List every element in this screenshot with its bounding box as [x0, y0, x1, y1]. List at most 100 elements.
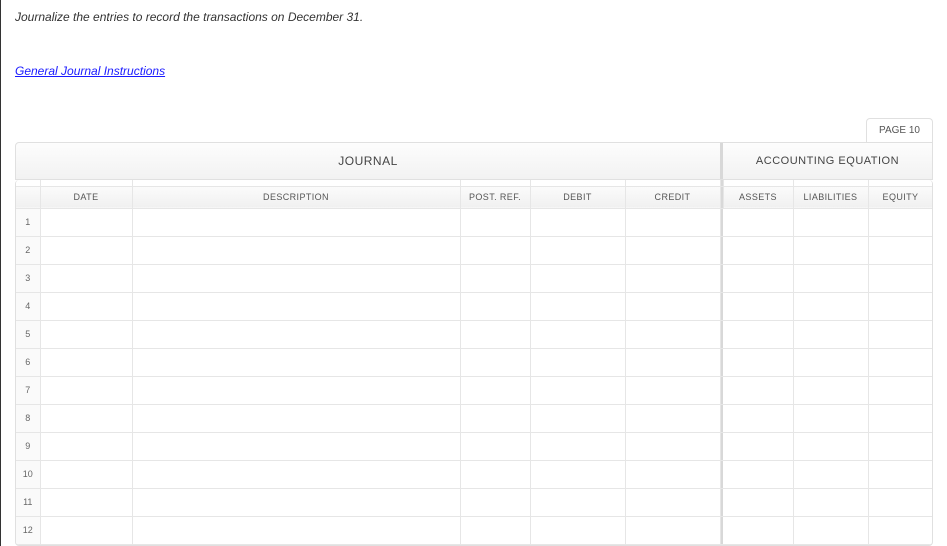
assets-input[interactable]: [723, 461, 793, 488]
liabilities-input[interactable]: [794, 321, 868, 348]
equity-input[interactable]: [869, 237, 933, 264]
liabilities-input[interactable]: [794, 237, 868, 264]
assets-input[interactable]: [723, 517, 793, 544]
date-input[interactable]: [41, 349, 132, 376]
post_ref-input[interactable]: [461, 293, 530, 320]
description-input[interactable]: [133, 377, 460, 404]
debit-input[interactable]: [531, 265, 625, 292]
post_ref-input[interactable]: [461, 209, 530, 236]
description-input[interactable]: [133, 293, 460, 320]
credit-input[interactable]: [626, 489, 720, 516]
post_ref-input[interactable]: [461, 433, 530, 460]
assets-input[interactable]: [723, 265, 793, 292]
date-input[interactable]: [41, 265, 132, 292]
liabilities-input[interactable]: [794, 433, 868, 460]
description-input[interactable]: [133, 321, 460, 348]
debit-input[interactable]: [531, 349, 625, 376]
cell-credit: [625, 264, 720, 292]
credit-input[interactable]: [626, 349, 720, 376]
post_ref-input[interactable]: [461, 517, 530, 544]
debit-input[interactable]: [531, 517, 625, 544]
description-input[interactable]: [133, 433, 460, 460]
description-input[interactable]: [133, 517, 460, 544]
debit-input[interactable]: [531, 405, 625, 432]
assets-input[interactable]: [723, 433, 793, 460]
credit-input[interactable]: [626, 377, 720, 404]
credit-input[interactable]: [626, 293, 720, 320]
date-input[interactable]: [41, 461, 132, 488]
assets-input[interactable]: [723, 489, 793, 516]
description-input[interactable]: [133, 461, 460, 488]
date-input[interactable]: [41, 517, 132, 544]
general-journal-instructions-link[interactable]: General Journal Instructions: [15, 64, 165, 78]
liabilities-input[interactable]: [794, 265, 868, 292]
equity-input[interactable]: [869, 461, 933, 488]
credit-input[interactable]: [626, 209, 720, 236]
equity-input[interactable]: [869, 489, 933, 516]
post_ref-input[interactable]: [461, 237, 530, 264]
date-input[interactable]: [41, 293, 132, 320]
credit-input[interactable]: [626, 265, 720, 292]
post_ref-input[interactable]: [461, 349, 530, 376]
post_ref-input[interactable]: [461, 489, 530, 516]
equity-input[interactable]: [869, 265, 933, 292]
debit-input[interactable]: [531, 377, 625, 404]
date-input[interactable]: [41, 209, 132, 236]
equity-input[interactable]: [869, 321, 933, 348]
cell-equity: [868, 264, 933, 292]
equity-input[interactable]: [869, 433, 933, 460]
debit-input[interactable]: [531, 321, 625, 348]
date-input[interactable]: [41, 433, 132, 460]
description-input[interactable]: [133, 237, 460, 264]
description-input[interactable]: [133, 349, 460, 376]
equity-input[interactable]: [869, 293, 933, 320]
debit-input[interactable]: [531, 489, 625, 516]
liabilities-input[interactable]: [794, 489, 868, 516]
post_ref-input[interactable]: [461, 461, 530, 488]
description-input[interactable]: [133, 265, 460, 292]
equity-input[interactable]: [869, 349, 933, 376]
credit-input[interactable]: [626, 517, 720, 544]
assets-input[interactable]: [723, 321, 793, 348]
assets-input[interactable]: [723, 377, 793, 404]
date-input[interactable]: [41, 377, 132, 404]
liabilities-input[interactable]: [794, 209, 868, 236]
equity-input[interactable]: [869, 377, 933, 404]
credit-input[interactable]: [626, 321, 720, 348]
assets-input[interactable]: [723, 237, 793, 264]
liabilities-input[interactable]: [794, 349, 868, 376]
liabilities-input[interactable]: [794, 405, 868, 432]
description-input[interactable]: [133, 489, 460, 516]
equity-input[interactable]: [869, 517, 933, 544]
assets-input[interactable]: [723, 405, 793, 432]
cell-assets: [723, 264, 793, 292]
assets-input[interactable]: [723, 209, 793, 236]
date-input[interactable]: [41, 489, 132, 516]
credit-input[interactable]: [626, 237, 720, 264]
date-input[interactable]: [41, 321, 132, 348]
credit-input[interactable]: [626, 433, 720, 460]
post_ref-input[interactable]: [461, 321, 530, 348]
equity-input[interactable]: [869, 209, 933, 236]
credit-input[interactable]: [626, 405, 720, 432]
assets-input[interactable]: [723, 293, 793, 320]
post_ref-input[interactable]: [461, 405, 530, 432]
debit-input[interactable]: [531, 293, 625, 320]
credit-input[interactable]: [626, 461, 720, 488]
debit-input[interactable]: [531, 209, 625, 236]
date-input[interactable]: [41, 237, 132, 264]
liabilities-input[interactable]: [794, 517, 868, 544]
post_ref-input[interactable]: [461, 265, 530, 292]
liabilities-input[interactable]: [794, 293, 868, 320]
post_ref-input[interactable]: [461, 377, 530, 404]
liabilities-input[interactable]: [794, 461, 868, 488]
description-input[interactable]: [133, 209, 460, 236]
equity-input[interactable]: [869, 405, 933, 432]
liabilities-input[interactable]: [794, 377, 868, 404]
date-input[interactable]: [41, 405, 132, 432]
assets-input[interactable]: [723, 349, 793, 376]
debit-input[interactable]: [531, 433, 625, 460]
debit-input[interactable]: [531, 237, 625, 264]
description-input[interactable]: [133, 405, 460, 432]
debit-input[interactable]: [531, 461, 625, 488]
